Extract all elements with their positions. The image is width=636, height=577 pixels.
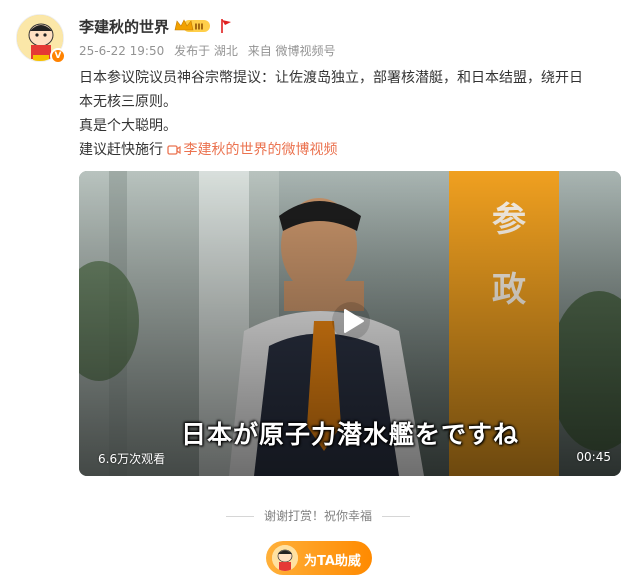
verified-badge-icon: V	[50, 48, 66, 64]
video-camera-icon	[167, 145, 182, 155]
video-subtitle: 日本が原子力潜水艦をですね	[180, 420, 519, 449]
post-location: 发布于 湖北	[174, 44, 238, 58]
view-count: 6.6万次观看	[98, 452, 166, 466]
post-body: 日本参议院议员神谷宗幣提议：让佐渡岛独立，部署核潜艇，和日本结盟，绕开日 本无核…	[79, 66, 619, 162]
vip-crown-badge-icon: III	[174, 19, 210, 32]
thanks-message: 谢谢打赏！祝你幸福	[0, 507, 636, 524]
author-name[interactable]: 李建秋的世界	[79, 16, 169, 37]
video-link[interactable]: 李建秋的世界的微博视频	[167, 142, 337, 158]
vip-level-label: III	[195, 23, 204, 32]
post-source[interactable]: 来自 微博视频号	[248, 44, 336, 58]
post-text-line: 日本参议院议员神谷宗幣提议：让佐渡岛独立，部署核潜艇，和日本结盟，绕开日	[79, 70, 583, 86]
thanks-text: 谢谢打赏！祝你幸福	[263, 509, 372, 523]
post-meta: 25-6-22 19:50 发布于 湖北 来自 微博视频号	[79, 42, 342, 59]
divider	[225, 516, 254, 517]
play-icon[interactable]	[331, 301, 371, 341]
video-player[interactable]: 参 政 日本が原子力潜水艦をですね 6.6万次观看 00:45	[79, 171, 621, 476]
video-link-label[interactable]: 李建秋的世界的微博视频	[183, 142, 337, 158]
video-duration: 00:45	[576, 450, 611, 464]
post-text-line: 本无核三原则。	[79, 94, 177, 110]
post-text-line: 建议赶快施行	[79, 142, 163, 158]
support-button[interactable]: 为TA助威	[266, 541, 372, 575]
post-text-line: 真是个大聪明。	[79, 118, 177, 134]
red-flag-icon	[221, 19, 231, 33]
post-time[interactable]: 25-6-22 19:50	[79, 44, 164, 58]
support-avatar-icon	[272, 545, 298, 571]
post-text-line-with-link: 建议赶快施行 李建秋的世界的微博视频	[79, 138, 619, 162]
support-button-label: 为TA助威	[304, 554, 361, 569]
divider	[382, 516, 410, 517]
